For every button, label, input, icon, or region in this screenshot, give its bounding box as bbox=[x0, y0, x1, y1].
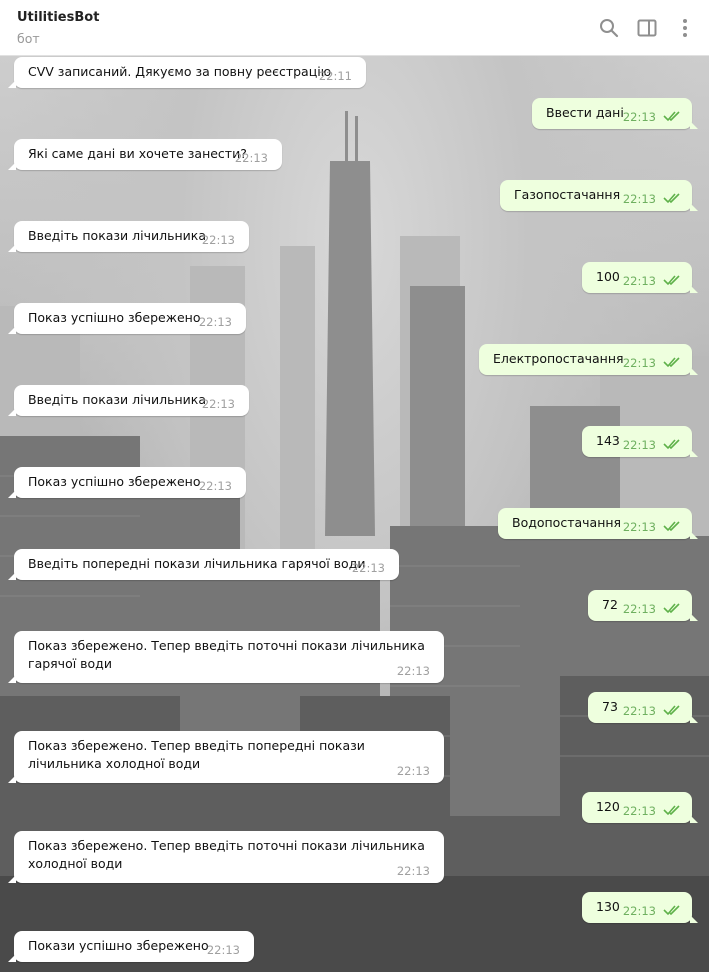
outgoing-message[interactable]: 120 22:13 bbox=[582, 792, 698, 823]
message-time: 22:13 bbox=[622, 904, 656, 918]
message-text: CVV записаний. Дякуємо за повну реєстрац… bbox=[28, 64, 332, 79]
incoming-message[interactable]: Введіть попередні покази лічильника гаря… bbox=[8, 549, 399, 580]
chat-subtitle: бот bbox=[17, 31, 40, 46]
chat-title[interactable]: UtilitiesBot bbox=[17, 10, 99, 25]
message-text: Введіть попередні покази лічильника гаря… bbox=[28, 556, 366, 571]
read-check-icon bbox=[663, 357, 680, 368]
read-check-icon bbox=[663, 805, 680, 816]
incoming-message[interactable]: CVV записаний. Дякуємо за повну реєстрац… bbox=[8, 57, 366, 88]
incoming-message[interactable]: Які саме дані ви хочете занести? 22:13 bbox=[8, 139, 282, 170]
message-time: 22:13 bbox=[396, 864, 430, 878]
read-check-icon bbox=[663, 705, 680, 716]
message-time: 22:13 bbox=[206, 943, 240, 957]
read-check-icon bbox=[663, 603, 680, 614]
message-text: 100 bbox=[596, 269, 620, 284]
message-time: 22:13 bbox=[622, 520, 656, 534]
incoming-message[interactable]: Введіть покази лічильника 22:13 bbox=[8, 221, 249, 252]
message-text: Показ збережено. Тепер введіть попередні… bbox=[28, 738, 365, 771]
incoming-message[interactable]: Показ збережено. Тепер введіть попередні… bbox=[8, 731, 444, 783]
message-time: 22:13 bbox=[622, 438, 656, 452]
message-text: 130 bbox=[596, 899, 620, 914]
message-text: Введіть покази лічильника bbox=[28, 228, 206, 243]
message-text: Покази успішно збережено bbox=[28, 938, 209, 953]
message-time: 22:13 bbox=[622, 110, 656, 124]
read-check-icon bbox=[663, 193, 680, 204]
outgoing-message[interactable]: Електропостачання 22:13 bbox=[479, 344, 698, 375]
message-time: 22:13 bbox=[234, 151, 268, 165]
message-text: Показ успішно збережено bbox=[28, 310, 201, 325]
message-text: Показ успішно збережено bbox=[28, 474, 201, 489]
message-text: Введіть покази лічильника bbox=[28, 392, 206, 407]
message-text: Показ збережено. Тепер введіть поточні п… bbox=[28, 638, 425, 671]
outgoing-message[interactable]: Ввести дані 22:13 bbox=[532, 98, 698, 129]
incoming-message[interactable]: Показ успішно збережено 22:13 bbox=[8, 467, 246, 498]
read-check-icon bbox=[663, 439, 680, 450]
read-check-icon bbox=[663, 521, 680, 532]
search-icon[interactable] bbox=[597, 16, 621, 40]
incoming-message[interactable]: Покази успішно збережено 22:13 bbox=[8, 931, 254, 962]
incoming-message[interactable]: Показ збережено. Тепер введіть поточні п… bbox=[8, 831, 444, 883]
outgoing-message[interactable]: 72 22:13 bbox=[588, 590, 698, 621]
message-time: 22:13 bbox=[198, 479, 232, 493]
outgoing-message[interactable]: 100 22:13 bbox=[582, 262, 698, 293]
message-text: 120 bbox=[596, 799, 620, 814]
more-vertical-icon[interactable] bbox=[673, 16, 697, 40]
message-time: 22:13 bbox=[622, 274, 656, 288]
message-text: Газопостачання bbox=[514, 187, 621, 202]
message-text: Водопостачання bbox=[512, 515, 622, 530]
outgoing-message[interactable]: 130 22:13 bbox=[582, 892, 698, 923]
message-text: Які саме дані ви хочете занести? bbox=[28, 146, 247, 161]
message-time: 22:13 bbox=[201, 397, 235, 411]
message-text: 143 bbox=[596, 433, 620, 448]
message-time: 22:13 bbox=[396, 664, 430, 678]
incoming-message[interactable]: Показ успішно збережено 22:13 bbox=[8, 303, 246, 334]
incoming-message[interactable]: Показ збережено. Тепер введіть поточні п… bbox=[8, 631, 444, 683]
message-time: 22:13 bbox=[622, 704, 656, 718]
message-text: Електропостачання bbox=[493, 351, 624, 366]
outgoing-message[interactable]: Газопостачання 22:13 bbox=[500, 180, 698, 211]
message-time: 22:11 bbox=[318, 69, 352, 83]
read-check-icon bbox=[663, 111, 680, 122]
read-check-icon bbox=[663, 905, 680, 916]
outgoing-message[interactable]: Водопостачання 22:13 bbox=[498, 508, 698, 539]
outgoing-message[interactable]: 73 22:13 bbox=[588, 692, 698, 723]
message-time: 22:13 bbox=[351, 561, 385, 575]
message-text: Показ збережено. Тепер введіть поточні п… bbox=[28, 838, 425, 871]
read-check-icon bbox=[663, 275, 680, 286]
message-time: 22:13 bbox=[201, 233, 235, 247]
chat-header: UtilitiesBot бот bbox=[0, 0, 709, 56]
message-text: 73 bbox=[602, 699, 618, 714]
message-text: Ввести дані bbox=[546, 105, 624, 120]
outgoing-message[interactable]: 143 22:13 bbox=[582, 426, 698, 457]
message-time: 22:13 bbox=[198, 315, 232, 329]
message-time: 22:13 bbox=[622, 804, 656, 818]
sidebar-toggle-icon[interactable] bbox=[635, 16, 659, 40]
message-text: 72 bbox=[602, 597, 618, 612]
chat-history[interactable]: CVV записаний. Дякуємо за повну реєстрац… bbox=[0, 56, 709, 972]
incoming-message[interactable]: Введіть покази лічильника 22:13 bbox=[8, 385, 249, 416]
message-time: 22:13 bbox=[622, 602, 656, 616]
message-time: 22:13 bbox=[622, 356, 656, 370]
message-time: 22:13 bbox=[622, 192, 656, 206]
message-time: 22:13 bbox=[396, 764, 430, 778]
